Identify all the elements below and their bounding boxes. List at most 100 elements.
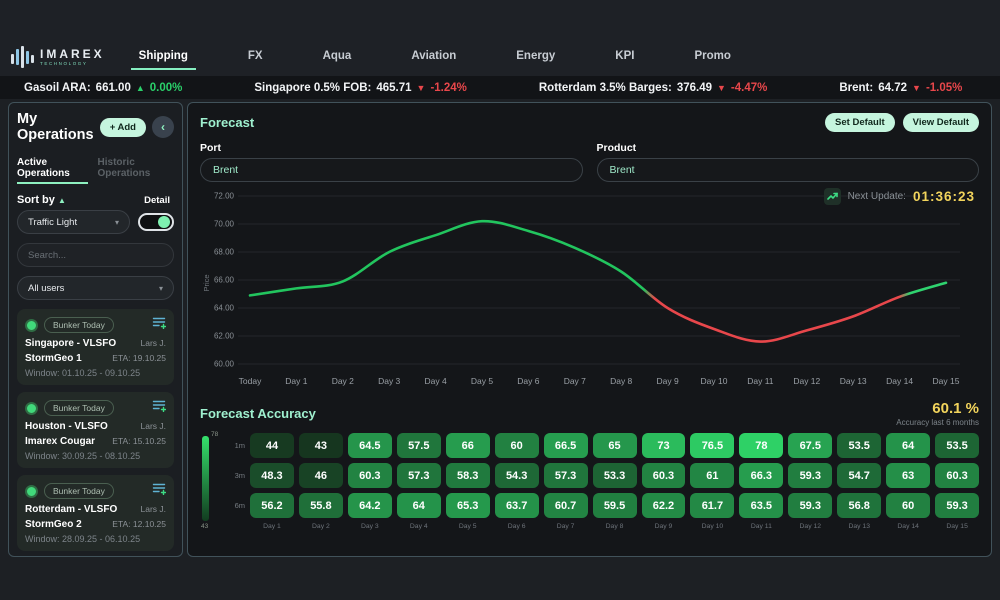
heatmap-cell-3m-day-15: 60.3 [935, 463, 979, 488]
heatmap-cell-6m-day-14: 60 [886, 493, 930, 518]
ticker-item-rotterdam-3-5-barges: Rotterdam 3.5% Barges:376.49▼-4.47% [539, 82, 767, 94]
card-user: Lars J. [140, 504, 166, 514]
heatmap-cell-1m-day-11: 78 [739, 433, 783, 458]
heatmap-cell-3m-day-10: 61 [690, 463, 734, 488]
x-tick-label: Day 3 [378, 376, 400, 386]
accuracy-value: 60.1 % [896, 400, 979, 417]
heatmap-cell-6m-day-8: 59.5 [593, 493, 637, 518]
search-input[interactable] [17, 243, 174, 267]
card-route-row: Singapore - VLSFOLars J. [25, 338, 166, 349]
heatmap-cell-3m-day-9: 60.3 [642, 463, 686, 488]
top-nav-bar: IMAREX TECHNOLOGY ShippingFXAquaAviation… [0, 0, 1000, 76]
card-vessel-row: StormGeo 1ETA: 19.10.25 [25, 353, 166, 364]
trend-up-icon [824, 188, 841, 205]
set-default-button[interactable]: Set Default [825, 113, 895, 132]
accuracy-heatmap: 78 43 1m444364.557.5666066.5657376.57867… [200, 433, 979, 530]
app-window: IMAREX TECHNOLOGY ShippingFXAquaAviation… [0, 0, 1000, 600]
heatmap-row-3m: 3m48.34660.357.358.354.357.353.360.36166… [230, 463, 979, 488]
y-tick-label: 60.00 [214, 360, 235, 369]
card-user: Lars J. [140, 421, 166, 431]
x-tick-label: Day 13 [840, 376, 867, 386]
x-tick-label: Day 8 [610, 376, 632, 386]
heatmap-cell-3m-day-4: 57.3 [397, 463, 441, 488]
product-input[interactable] [597, 158, 980, 182]
heatmap-cell-6m-day-11: 63.5 [739, 493, 783, 518]
nav-tab-shipping[interactable]: Shipping [131, 50, 196, 70]
card-vessel: StormGeo 2 [25, 519, 82, 530]
heatmap-cell-1m-day-8: 65 [593, 433, 637, 458]
heatmap-cell-1m-day-3: 64.5 [348, 433, 392, 458]
ticker-item-brent: Brent:64.72▼-1.05% [839, 82, 962, 94]
heatmap-cell-1m-day-2: 43 [299, 433, 343, 458]
users-select[interactable]: All users ▾ [17, 276, 174, 300]
heatmap-day-label: Day 3 [348, 523, 392, 530]
heatmap-row-label: 6m [230, 501, 245, 510]
heatmap-day-label: Day 14 [886, 523, 930, 530]
forecast-line [250, 221, 946, 341]
scale-min-label: 43 [201, 523, 208, 530]
ticker-label: Gasoil ARA: [24, 82, 91, 94]
operations-sidebar: My Operations + Add ‹ Active OperationsH… [8, 102, 183, 557]
chevron-down-icon: ▾ [115, 218, 119, 227]
x-tick-label: Day 5 [471, 376, 493, 386]
x-tick-label: Day 14 [886, 376, 913, 386]
x-tick-label: Day 7 [564, 376, 586, 386]
accuracy-title: Forecast Accuracy [200, 406, 896, 421]
port-input[interactable] [200, 158, 583, 182]
add-operation-button[interactable]: + Add [100, 118, 146, 137]
sort-select[interactable]: Traffic Light ▾ [17, 210, 130, 234]
heatmap-cell-1m-day-9: 73 [642, 433, 686, 458]
ticker-label: Singapore 0.5% FOB: [254, 82, 371, 94]
toggle-knob [158, 216, 170, 228]
playlist-add-icon[interactable] [152, 399, 166, 417]
product-label: Product [597, 142, 980, 154]
operation-card-rotterdam-vlsfo[interactable]: Bunker TodayRotterdam - VLSFOLars J.Stor… [17, 475, 174, 551]
nav-tab-energy[interactable]: Energy [508, 50, 563, 70]
operation-card-singapore-vlsfo[interactable]: Bunker TodaySingapore - VLSFOLars J.Stor… [17, 309, 174, 385]
arrow-down-icon: ▼ [912, 83, 921, 93]
heatmap-cell-6m-day-10: 61.7 [690, 493, 734, 518]
sidebar-tab-active-operations[interactable]: Active Operations [17, 157, 88, 184]
card-route: Houston - VLSFO [25, 421, 108, 432]
sidebar-tabs: Active Operations Historic Operations [17, 157, 174, 184]
heatmap-cell-1m-day-14: 64 [886, 433, 930, 458]
heatmap-cell-3m-day-11: 66.3 [739, 463, 783, 488]
heatmap-cell-6m-day-6: 63.7 [495, 493, 539, 518]
nav-tab-aviation[interactable]: Aviation [403, 50, 464, 70]
nav-tab-promo[interactable]: Promo [686, 50, 738, 70]
heatmap-cell-6m-day-4: 64 [397, 493, 441, 518]
ticker-item-gasoil-ara: Gasoil ARA:661.00▲0.00% [24, 82, 182, 94]
heatmap-row-6m: 6m56.255.864.26465.363.760.759.562.261.7… [230, 493, 979, 518]
x-tick-label: Day 10 [701, 376, 728, 386]
forecast-title: Forecast [200, 115, 825, 130]
view-default-button[interactable]: View Default [903, 113, 979, 132]
heatmap-row-label: 1m [230, 441, 245, 450]
next-update: Next Update: 01:36:23 [824, 188, 975, 205]
heatmap-cell-6m-day-7: 60.7 [544, 493, 588, 518]
x-tick-label: Day 9 [656, 376, 678, 386]
sidebar-tab-historic-operations[interactable]: Historic Operations [98, 157, 174, 184]
nav-tab-kpi[interactable]: KPI [607, 50, 642, 70]
card-route-row: Rotterdam - VLSFOLars J. [25, 504, 166, 515]
playlist-add-icon[interactable] [152, 316, 166, 334]
card-route-row: Houston - VLSFO Lars J. [25, 421, 166, 432]
operation-card-houston-vlsfo[interactable]: Bunker TodayHouston - VLSFOLars J.Imarex… [17, 392, 174, 468]
main-content: My Operations + Add ‹ Active OperationsH… [0, 99, 1000, 557]
nav-tab-fx[interactable]: FX [240, 50, 271, 70]
price-ticker: Gasoil ARA:661.00▲0.00% Singapore 0.5% FO… [0, 76, 1000, 99]
nav-tab-aqua[interactable]: Aqua [315, 50, 360, 70]
detail-toggle[interactable] [138, 213, 174, 231]
card-eta: ETA: 12.10.25 [112, 519, 166, 529]
brand-name: IMAREX [40, 48, 105, 60]
card-vessel: StormGeo 1 [25, 353, 82, 364]
heatmap-cell-6m-day-1: 56.2 [250, 493, 294, 518]
playlist-add-icon[interactable] [152, 482, 166, 500]
heatmap-cell-1m-day-12: 67.5 [788, 433, 832, 458]
heatmap-cell-6m-day-5: 65.3 [446, 493, 490, 518]
heatmap-cell-1m-day-15: 53.5 [935, 433, 979, 458]
collapse-sidebar-button[interactable]: ‹ [152, 116, 174, 138]
x-tick-label: Day 15 [933, 376, 960, 386]
traffic-light-green-icon [25, 402, 38, 415]
card-status-row: Bunker Today [25, 399, 166, 417]
arrow-up-icon: ▲ [136, 83, 145, 93]
